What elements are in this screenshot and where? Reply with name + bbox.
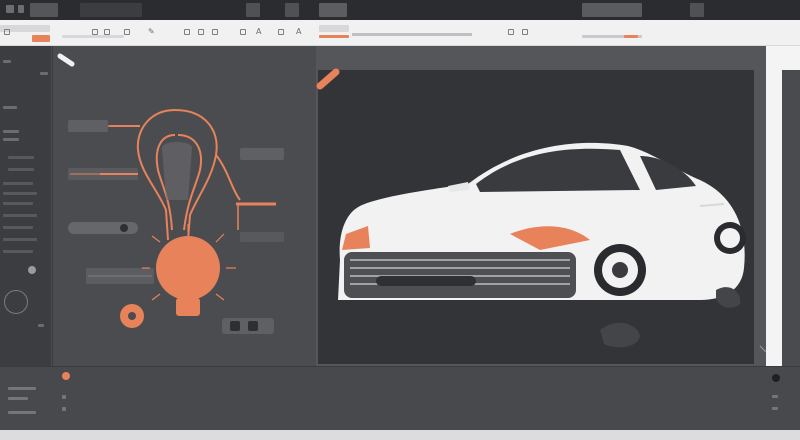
- car-illustration: [316, 68, 767, 353]
- bulb-glow: [156, 236, 220, 300]
- timeline-row[interactable]: [8, 387, 36, 390]
- bulb-glass: [57, 53, 236, 328]
- play-button[interactable]: [772, 374, 780, 382]
- widget-bar: [68, 120, 108, 132]
- timeline-row[interactable]: [772, 407, 778, 410]
- marker: [62, 407, 66, 411]
- marker: [62, 395, 66, 399]
- status-bar: [0, 430, 800, 440]
- design-app: ✎ A A: [0, 0, 800, 440]
- widget-bar: [240, 148, 284, 160]
- timeline-row[interactable]: [8, 411, 36, 414]
- timeline-row[interactable]: [772, 395, 778, 398]
- widget-bar: [240, 232, 284, 242]
- record-button[interactable]: [62, 372, 70, 380]
- timeline-row[interactable]: [8, 397, 28, 400]
- timeline-panel: [0, 366, 800, 430]
